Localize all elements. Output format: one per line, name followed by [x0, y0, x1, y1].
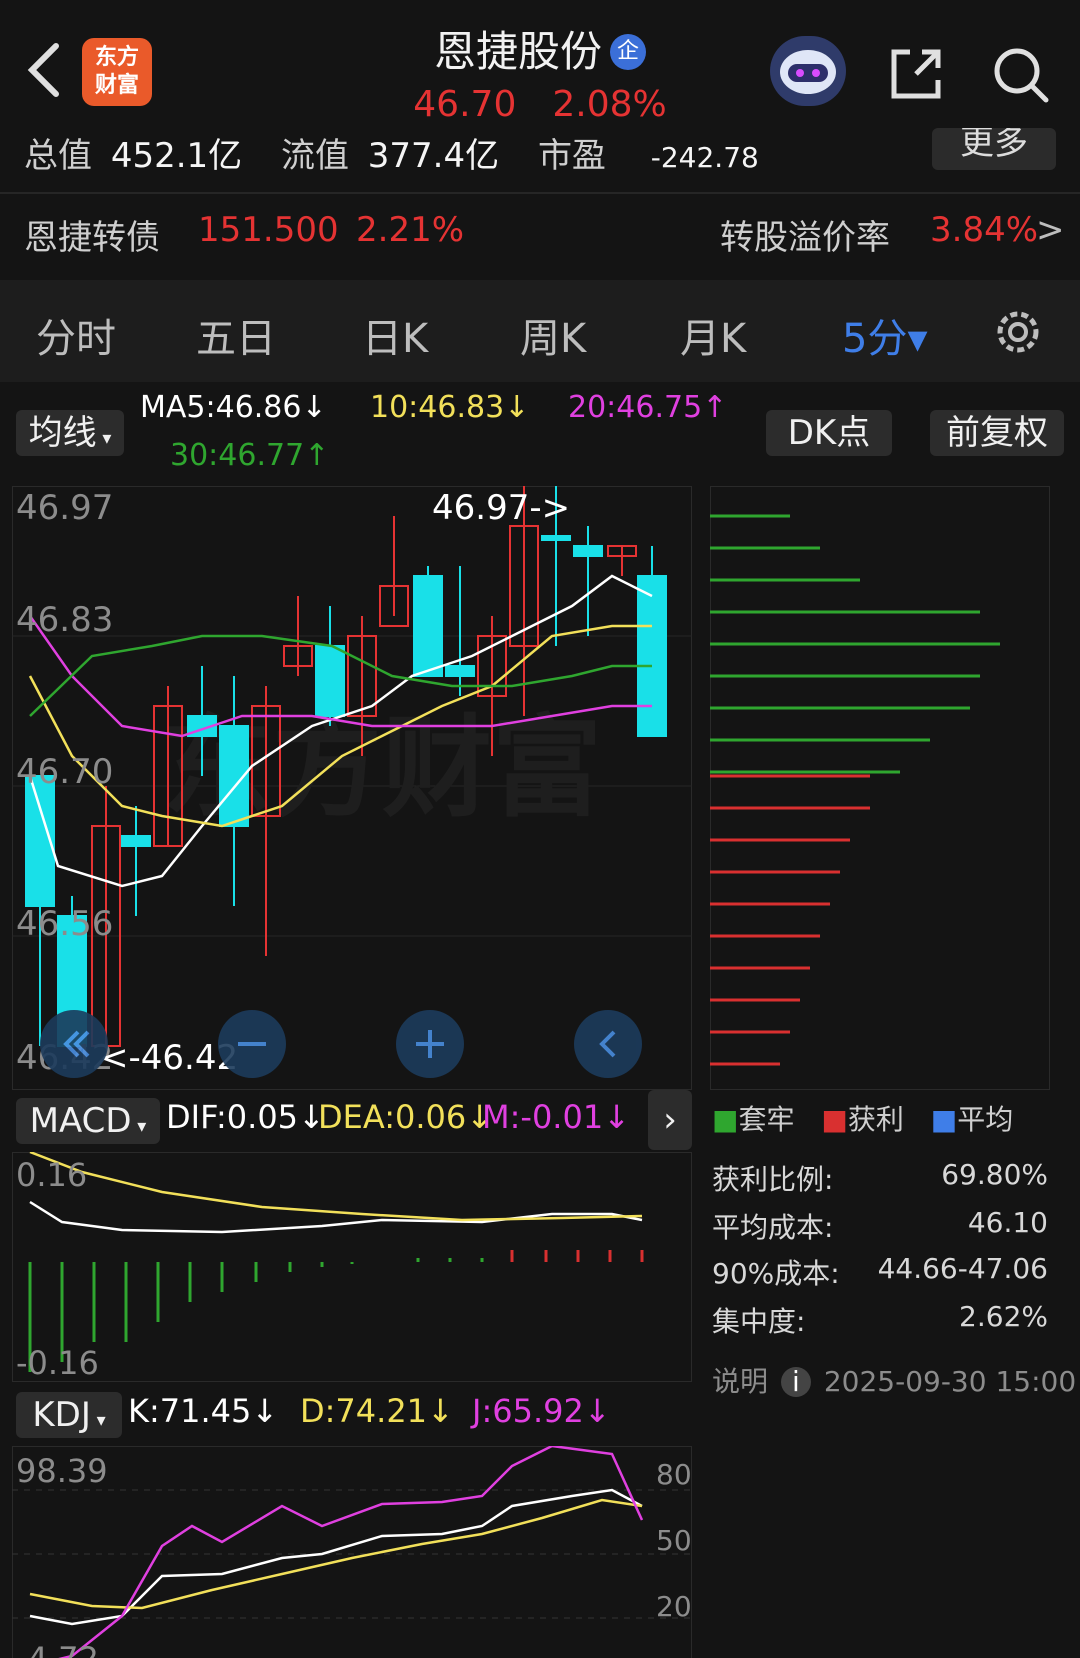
total-value: 452.1亿: [110, 136, 243, 172]
candle-body: [315, 645, 345, 717]
chip-stat-value-2: 44.66-47.06: [877, 1252, 1048, 1285]
candle-body: [121, 835, 151, 847]
chip-stat-label-2: 90%成本:: [712, 1257, 840, 1290]
macd-m: M:-0.01↓: [482, 1098, 630, 1136]
kdj-k: K:71.45↓: [128, 1392, 279, 1430]
macd-axis-top: 0.16: [16, 1156, 88, 1194]
dk-point-button[interactable]: DK点: [766, 410, 892, 456]
macd-dea: DEA:0.06↓: [318, 1098, 494, 1136]
change-percent: 2.08%: [552, 84, 667, 125]
k-line: [29, 1488, 643, 1626]
kdj-tick-80: 80: [656, 1458, 692, 1491]
tab-weekly-k[interactable]: 周K: [520, 306, 586, 364]
pe-value: -242.78: [650, 141, 759, 172]
dea-line: [29, 1152, 643, 1222]
legend-average: 平均: [957, 1103, 1014, 1136]
legend-profit: 获利: [847, 1103, 904, 1136]
divider: [0, 192, 1080, 194]
premium-arrow-icon[interactable]: >: [1036, 210, 1065, 250]
kdj-j: J:65.92↓: [472, 1392, 611, 1430]
kline-axis-0: 46.97: [16, 488, 114, 528]
ma20-value: 20:46.75↑: [568, 390, 728, 425]
note-label: 说明: [712, 1365, 769, 1398]
ma10-value: 10:46.83↓: [370, 390, 530, 425]
chip-stat-label-1: 平均成本:: [712, 1211, 834, 1244]
kdj-tick-50: 50: [656, 1524, 692, 1557]
scroll-left-fast-button[interactable]: [40, 1010, 108, 1078]
tab-monthly-k[interactable]: 月K: [680, 306, 746, 364]
convertible-change: 2.21%: [356, 210, 465, 250]
current-price: 46.70: [413, 84, 517, 125]
float-value-label: 流值: [280, 136, 349, 172]
legend-trapped: 套牢: [738, 1103, 795, 1136]
chip-legend: ■套牢 ■获利 ■平均: [712, 1103, 1014, 1136]
chip-stat-value-3: 2.62%: [959, 1300, 1048, 1333]
macd-next-button[interactable]: ›: [648, 1090, 692, 1150]
search-icon[interactable]: [990, 44, 1052, 106]
chip-stat-value-0: 69.80%: [941, 1158, 1048, 1191]
candle-body: [541, 535, 571, 541]
macd-selector[interactable]: MACD ▾: [16, 1098, 160, 1144]
info-icon: i: [780, 1367, 811, 1397]
chip-stat-value-1: 46.10: [967, 1206, 1048, 1239]
macd-axis-bottom: -0.16: [16, 1344, 99, 1382]
candle-body: [637, 575, 667, 737]
enterprise-badge-icon: 企: [610, 34, 646, 70]
chip-stat-label-3: 集中度:: [712, 1305, 806, 1338]
assistant-robot-icon[interactable]: [770, 36, 846, 106]
tab-daily-k[interactable]: 日K: [362, 306, 428, 364]
j-line: [58, 1446, 644, 1658]
tab-five-day[interactable]: 五日: [196, 306, 276, 364]
candle-body: [445, 665, 475, 677]
kline-axis-2: 46.70: [16, 752, 114, 792]
ma5-value: MA5:46.86↓: [140, 390, 327, 425]
premium-value: 3.84%: [930, 210, 1039, 250]
kdj-selector[interactable]: KDJ ▾: [16, 1392, 122, 1438]
adjust-button[interactable]: 前复权: [930, 410, 1064, 456]
chip-stat-label-0: 获利比例:: [712, 1163, 834, 1196]
share-icon[interactable]: [886, 44, 946, 104]
kdj-tick-20: 20: [656, 1590, 692, 1623]
chip-distribution-chart: [710, 486, 1050, 1090]
summary-row: 总值 452.1亿 流值 377.4亿 市盈 -242.78: [24, 128, 1064, 172]
kdj-axis-bottom: -4.72: [16, 1640, 99, 1658]
ma-selector[interactable]: 均线 ▾: [16, 410, 124, 456]
convertible-price: 151.500: [198, 210, 339, 250]
ma30-value: 30:46.77↑: [170, 438, 330, 473]
chip-timestamp: 2025-09-30 15:00: [823, 1365, 1077, 1398]
candle-body: [413, 575, 443, 677]
zoom-out-button[interactable]: [218, 1010, 286, 1078]
zoom-in-button[interactable]: [396, 1010, 464, 1078]
chip-note[interactable]: 说明 i 2025-09-30 15:00: [712, 1360, 1076, 1400]
premium-label: 转股溢价率: [720, 218, 890, 258]
kline-axis-3: 46.56: [16, 904, 114, 944]
high-marker: 46.97->: [432, 488, 571, 528]
stock-name: 恩捷股份: [433, 27, 602, 76]
settings-gear-icon[interactable]: [990, 304, 1046, 360]
kline-chart[interactable]: 东方财富: [12, 486, 692, 1090]
pe-label: 市盈: [537, 136, 606, 172]
more-button[interactable]: 更多: [932, 128, 1056, 170]
tab-5min[interactable]: 5分▾: [842, 306, 928, 364]
candle-body: [573, 545, 603, 557]
tab-intraday[interactable]: 分时: [36, 306, 116, 364]
float-value: 377.4亿: [367, 136, 500, 172]
macd-dif: DIF:0.05↓: [166, 1098, 325, 1136]
convertible-name[interactable]: 恩捷转债: [24, 210, 160, 259]
scroll-left-button[interactable]: [574, 1010, 642, 1078]
total-value-label: 总值: [24, 136, 92, 172]
kdj-d: D:74.21↓: [300, 1392, 454, 1430]
kdj-axis-top: 98.39: [16, 1452, 108, 1490]
kdj-chart[interactable]: [12, 1446, 692, 1658]
period-tabs: 分时 五日 日K 周K 月K 5分▾: [0, 280, 1080, 382]
macd-chart[interactable]: [12, 1152, 692, 1382]
kline-axis-1: 46.83: [16, 600, 114, 640]
